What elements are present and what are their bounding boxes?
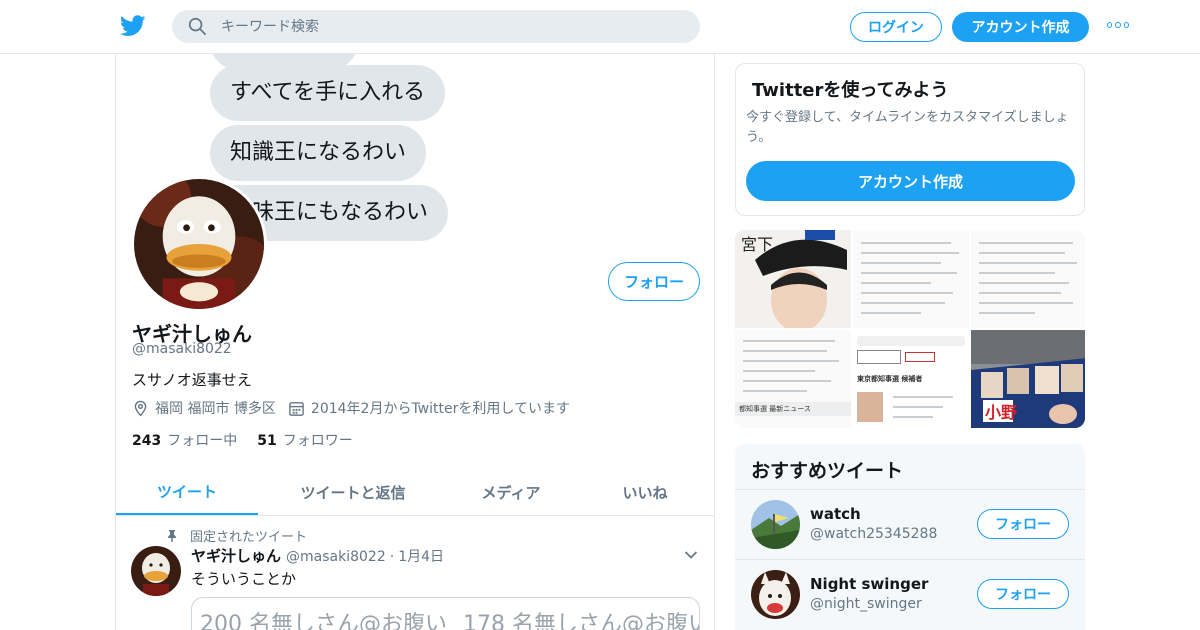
pinned-label: 固定されたツイート (190, 530, 308, 545)
thumb-caption: 都知事選 最新ニュース (735, 402, 851, 416)
recommended-user-name[interactable]: Night swinger (810, 575, 928, 593)
tab-tweets[interactable]: ツイート (116, 469, 258, 515)
tweet-media-card[interactable]: 200 名無しさん@お腹い 178 名無しさん@お腹い (191, 597, 700, 630)
followers-stat[interactable]: 51 フォロワー (257, 430, 352, 450)
tab-tweets-and-replies[interactable]: ツイートと返信 (258, 469, 448, 515)
recommended-user-avatar[interactable] (751, 570, 800, 619)
followers-label: フォロワー (282, 433, 353, 449)
profile-tabs: ツイート ツイートと返信 メディア いいね (116, 469, 714, 516)
media-thumb-3[interactable] (971, 230, 1085, 328)
recommended-tweets-panel: おすすめツイート watch @watch25345288 フォロー Night… (735, 444, 1085, 630)
recommended-user-avatar[interactable] (751, 500, 800, 549)
login-button[interactable]: ログイン (850, 12, 942, 42)
tweet-image-left[interactable]: 200 名無しさん@お腹い (192, 598, 453, 630)
recommended-user[interactable]: Night swinger @night_swinger フォロー (735, 559, 1085, 628)
chat-bubble: すべてを手に入れる (210, 65, 446, 121)
tweet-header: ヤギ汁しゅん @masaki8022 · 1月4日 (191, 545, 444, 566)
calendar-icon (289, 401, 304, 416)
more-dots-icon[interactable] (1107, 22, 1129, 30)
top-navigation-bar: ログイン アカウント作成 (0, 0, 1200, 54)
pinned-indicator: 固定されたツイート (166, 526, 307, 545)
location-pin-icon (134, 400, 147, 416)
recommended-title: おすすめツイート (751, 460, 904, 482)
search-box[interactable] (172, 10, 700, 43)
recommended-user-handle[interactable]: @watch25345288 (810, 526, 937, 542)
recommended-user-name[interactable]: watch (810, 505, 861, 523)
tweet-author-handle[interactable]: @masaki8022 (286, 549, 386, 565)
profile-handle[interactable]: @masaki8022 (132, 341, 232, 357)
profile-column: すべてを手に入れる 知識王になるわい 趣味王にもなるわい フォロー ヤギ汁しゅん… (115, 54, 715, 630)
following-count: 243 (132, 433, 162, 449)
profile-stats: 243 フォロー中 51 フォロワー (132, 430, 373, 450)
pinned-tweet[interactable]: 固定されたツイート ヤギ汁しゅん @masaki8022 · 1月4日 そういう… (116, 518, 714, 630)
signup-button[interactable]: アカウント作成 (952, 12, 1089, 42)
chat-bubble: 知識王になるわい (210, 125, 427, 181)
following-stat[interactable]: 243 フォロー中 (132, 430, 237, 450)
tweet-author-name[interactable]: ヤギ汁しゅん (191, 545, 281, 566)
profile-avatar[interactable] (131, 176, 267, 312)
tweet-avatar[interactable] (131, 546, 181, 596)
signup-prompt-card: Twitterを使ってみよう 今すぐ登録して、タイムラインをカスタマイズしましょ… (735, 63, 1085, 216)
chevron-down-icon[interactable] (684, 550, 698, 560)
media-thumb-1[interactable]: 宮下 (735, 230, 851, 328)
media-thumb-6[interactable]: 小野 (971, 330, 1085, 428)
media-thumbnail-grid: 宮下 都知事選 最新ニュース 東京都知事選 候補者 小野 (735, 230, 1085, 428)
followers-count: 51 (257, 433, 277, 449)
search-icon (188, 17, 206, 35)
thumb-header-text: 東京都知事選 候補者 (857, 375, 923, 383)
pin-icon (168, 529, 176, 542)
signup-card-button[interactable]: アカウント作成 (746, 161, 1075, 201)
media-thumb-5[interactable]: 東京都知事選 候補者 (853, 330, 969, 428)
profile-joined-date: 2014年2月からTwitterを利用しています (310, 401, 570, 417)
signup-card-title: Twitterを使ってみよう (752, 80, 949, 101)
profile-meta: 福岡 福岡市 博多区 2014年2月からTwitterを利用しています (132, 398, 570, 418)
tweet-image-right[interactable]: 178 名無しさん@お腹い (452, 598, 699, 630)
media-thumb-2[interactable] (853, 230, 969, 328)
tab-media[interactable]: メディア (448, 469, 574, 515)
profile-bio: スサノオ返事せえ (132, 371, 252, 389)
follow-button[interactable]: フォロー (608, 262, 700, 301)
media-thumb-4[interactable]: 都知事選 最新ニュース (735, 330, 851, 428)
tweet-text: そういうことか (191, 570, 297, 588)
tab-likes[interactable]: いいね (574, 469, 714, 515)
recommended-follow-button[interactable]: フォロー (977, 509, 1069, 539)
recommended-user[interactable]: watch @watch25345288 フォロー (735, 489, 1085, 558)
search-input[interactable] (221, 18, 681, 35)
tweet-date[interactable]: 1月4日 (398, 546, 444, 566)
profile-location: 福岡 福岡市 博多区 (155, 401, 276, 417)
following-label: フォロー中 (167, 433, 238, 449)
thumb-poster-text: 小野 (985, 403, 1017, 422)
recommended-user-handle[interactable]: @night_swinger (810, 596, 922, 612)
recommended-follow-button[interactable]: フォロー (977, 579, 1069, 609)
thumb-vertical-text: 宮下 (741, 235, 773, 254)
signup-card-subtitle: 今すぐ登録して、タイムラインをカスタマイズしましょう。 (746, 110, 1069, 145)
twitter-bird-icon[interactable] (120, 14, 146, 38)
tweet-separator: · (389, 549, 395, 565)
